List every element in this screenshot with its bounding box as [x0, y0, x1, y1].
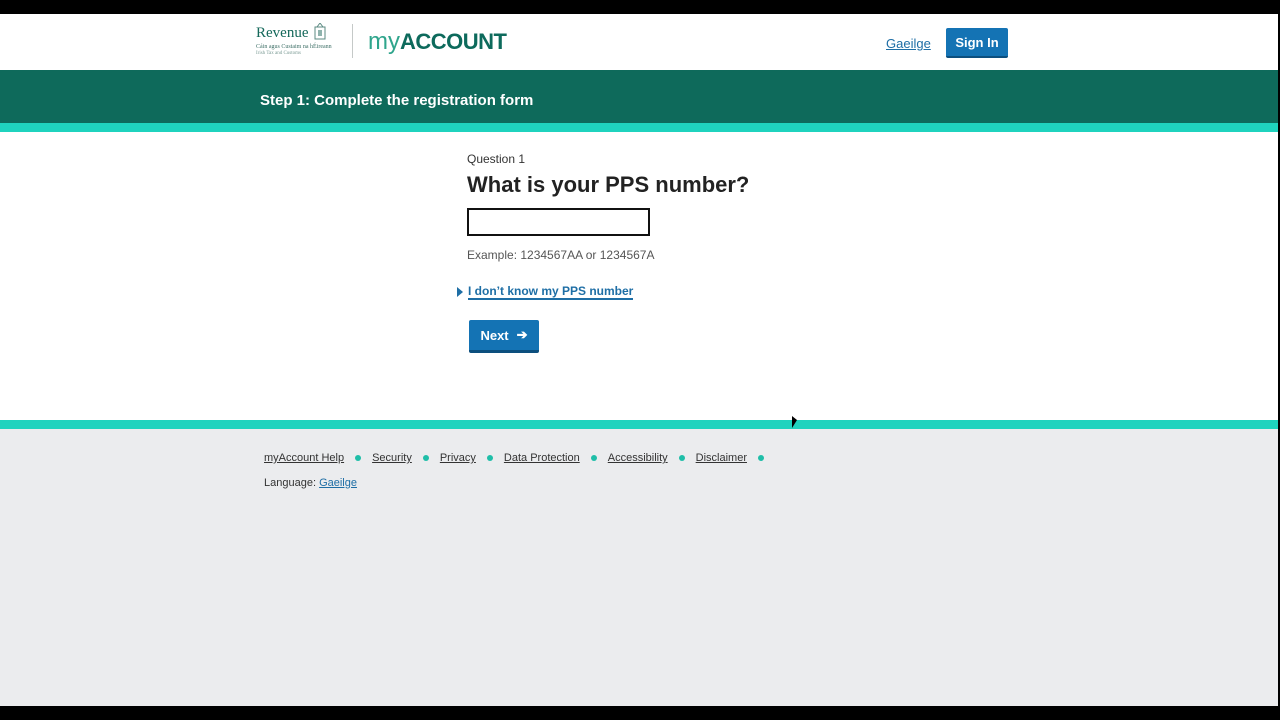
footer-link-accessibility[interactable]: Accessibility — [608, 452, 668, 464]
bullet-dot-icon — [590, 455, 597, 461]
footer-link-help[interactable]: myAccount Help — [264, 452, 344, 464]
accent-divider-top — [0, 123, 1278, 132]
pps-help-link[interactable]: I don’t know my PPS number — [468, 284, 634, 300]
footer-link-disclaimer[interactable]: Disclaimer — [696, 452, 747, 464]
footer-link-security[interactable]: Security — [372, 452, 412, 464]
logo-subtitle-irish: Cáin agus Custaim na hÉireann — [256, 44, 332, 50]
footer-language: Language: Gaeilge — [264, 477, 357, 489]
bullet-dot-icon — [486, 455, 493, 461]
language-prefix: Language: — [264, 477, 316, 489]
logo-revenue-text: Revenue — [256, 25, 309, 41]
pps-number-input[interactable] — [467, 208, 650, 236]
next-label: Next — [480, 327, 509, 343]
question-number: Question 1 — [467, 152, 526, 166]
wordmark-prefix: my — [368, 28, 400, 55]
pps-hint: Example: 1234567AA or 1234567A — [467, 248, 655, 262]
caret-right-icon — [457, 287, 463, 297]
browser-viewport: Revenue Cáin agus Custaim na hÉireann Ir… — [0, 14, 1278, 706]
bullet-dot-icon — [678, 455, 685, 461]
crest-icon — [314, 22, 326, 41]
step-banner: Step 1: Complete the registration form — [0, 70, 1278, 123]
site-header: Revenue Cáin agus Custaim na hÉireann Ir… — [0, 14, 1278, 70]
logo-divider — [352, 24, 353, 58]
mouse-pointer-icon — [792, 416, 797, 428]
next-button[interactable]: Next ➔ — [469, 320, 539, 353]
accent-divider-bottom — [0, 420, 1278, 429]
bullet-dot-icon — [355, 455, 362, 461]
arrow-right-icon: ➔ — [516, 327, 528, 342]
registration-form: Question 1 What is your PPS number? Exam… — [0, 132, 1278, 420]
pps-help-disclosure[interactable]: I don’t know my PPS number — [457, 284, 634, 300]
footer-link-data-protection[interactable]: Data Protection — [504, 452, 580, 464]
myaccount-wordmark: myAccount — [368, 28, 507, 56]
bullet-dot-icon — [422, 455, 429, 461]
sign-in-button[interactable]: Sign In — [946, 28, 1008, 58]
footer-link-privacy[interactable]: Privacy — [440, 452, 476, 464]
wordmark-main: Account — [400, 29, 507, 54]
site-footer: myAccount Help Security Privacy Data Pro… — [0, 429, 1278, 706]
step-title: Step 1: Complete the registration form — [260, 92, 534, 109]
footer-links: myAccount Help Security Privacy Data Pro… — [264, 452, 775, 464]
bullet-dot-icon — [757, 455, 764, 461]
footer-language-link[interactable]: Gaeilge — [319, 477, 357, 489]
revenue-myaccount-logo[interactable]: Revenue Cáin agus Custaim na hÉireann Ir… — [256, 22, 507, 62]
logo-subtitle-english: Irish Tax and Customs — [256, 51, 301, 56]
header-language-link[interactable]: Gaeilge — [886, 36, 931, 51]
question-title: What is your PPS number? — [467, 172, 750, 197]
